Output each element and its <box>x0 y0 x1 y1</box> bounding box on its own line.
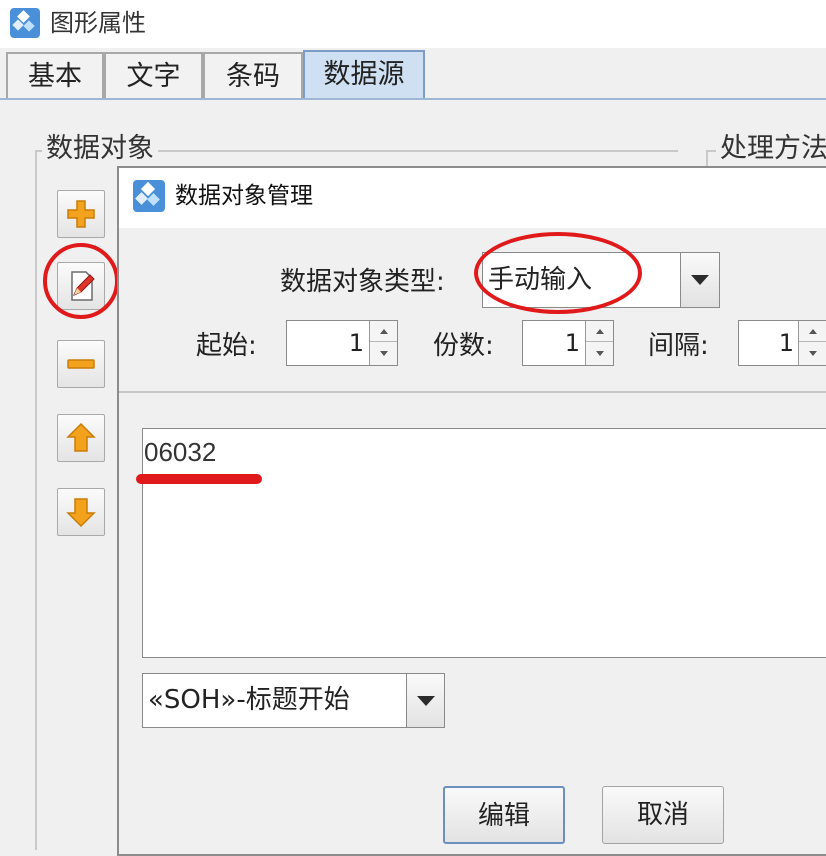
start-label: 起始: <box>196 331 257 361</box>
tab-text[interactable]: 文字 <box>104 52 203 98</box>
tab-barcode[interactable]: 条码 <box>203 52 303 98</box>
copies-value: 1 <box>564 329 580 357</box>
caret-up-icon <box>595 328 604 334</box>
caret-down-icon <box>595 351 604 356</box>
dialog-title: 数据对象管理 <box>175 183 313 209</box>
special-char-value: «SOH»-标题开始 <box>148 685 350 715</box>
remove-data-object-button[interactable] <box>57 340 105 388</box>
spin-down-button[interactable] <box>586 343 613 364</box>
spin-up-button[interactable] <box>370 321 397 342</box>
data-content-text: 06032 <box>144 437 217 467</box>
tab-data-source[interactable]: 数据源 <box>303 50 425 100</box>
spin-down-button[interactable] <box>799 343 826 364</box>
arrow-up-icon <box>66 422 96 452</box>
dialog-logo-icon <box>133 180 165 212</box>
type-label: 数据对象类型: <box>280 267 445 297</box>
caret-down-icon <box>808 351 817 356</box>
caret-up-icon <box>379 328 388 334</box>
processing-group-label: 处理方法 <box>716 130 826 168</box>
cancel-button[interactable]: 取消 <box>602 786 724 844</box>
copies-label: 份数: <box>433 331 494 361</box>
caret-up-icon <box>808 328 817 334</box>
chevron-down-icon <box>416 695 435 706</box>
app-logo-icon <box>10 8 40 38</box>
chevron-down-icon <box>691 275 709 285</box>
red-circle-annotation <box>43 243 119 319</box>
spin-up-button[interactable] <box>799 321 826 342</box>
move-down-button[interactable] <box>57 488 105 536</box>
minus-icon <box>67 359 95 369</box>
plus-icon <box>67 200 95 228</box>
window-title: 图形属性 <box>50 9 146 37</box>
red-ellipse-annotation <box>474 232 642 314</box>
tab-underline <box>0 98 826 100</box>
start-spinner-buttons <box>369 321 397 365</box>
copies-spinner-buttons <box>585 321 613 365</box>
data-content-textarea[interactable] <box>142 428 826 658</box>
move-up-button[interactable] <box>57 414 105 462</box>
type-dropdown-button[interactable] <box>680 253 719 307</box>
separator <box>119 391 826 393</box>
caret-down-icon <box>379 351 388 356</box>
interval-value: 1 <box>778 329 794 357</box>
special-char-dropdown-button[interactable] <box>406 674 444 727</box>
interval-label: 间隔: <box>648 331 709 361</box>
tab-basic[interactable]: 基本 <box>6 52 104 98</box>
spin-up-button[interactable] <box>586 321 613 342</box>
red-underline-annotation <box>136 474 262 484</box>
add-data-object-button[interactable] <box>57 190 105 238</box>
data-object-group-label: 数据对象 <box>42 130 158 168</box>
interval-spinner-buttons <box>798 321 826 365</box>
spin-down-button[interactable] <box>370 343 397 364</box>
edit-button[interactable]: 编辑 <box>443 786 565 844</box>
start-value: 1 <box>348 329 364 357</box>
arrow-down-icon <box>66 498 96 528</box>
